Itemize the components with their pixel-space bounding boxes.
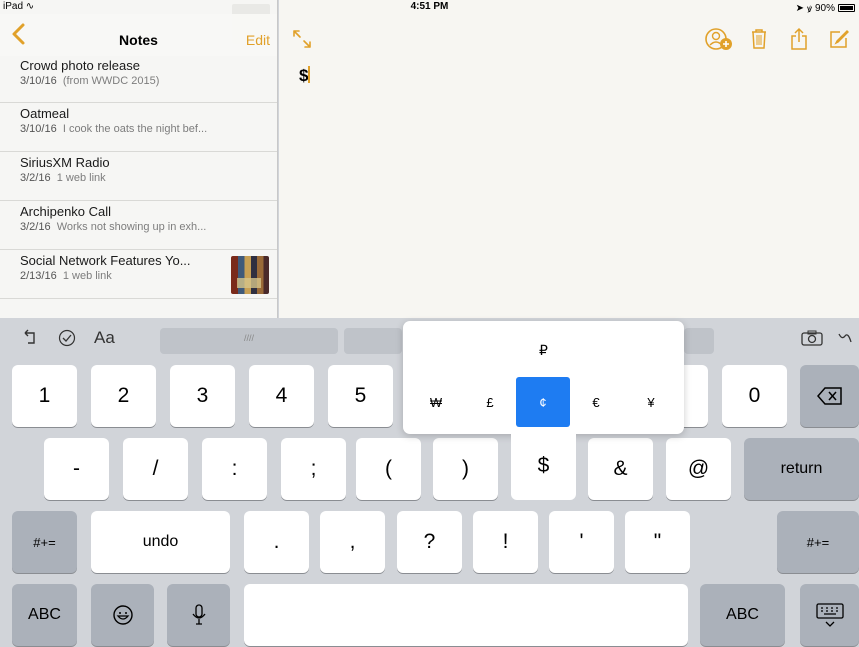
note-title: Crowd photo release (20, 58, 140, 73)
note-title: Archipenko Call (20, 204, 112, 219)
bluetooth-icon: ꝟ (806, 4, 812, 15)
key-colon[interactable]: : (202, 438, 267, 500)
undo-key[interactable]: undo (91, 511, 230, 573)
key-exclamation[interactable]: ! (473, 511, 538, 573)
shortcut-right (801, 330, 853, 346)
key-close-paren[interactable]: ) (433, 438, 498, 500)
sketch-icon[interactable] (837, 330, 853, 346)
alt-key-won[interactable]: ₩ (409, 377, 463, 427)
share-icon[interactable] (779, 24, 819, 54)
note-list-item[interactable]: Oatmeal 3/10/16 I cook the oats the nigh… (0, 103, 277, 152)
alt-key-yen[interactable]: ¥ (624, 377, 678, 427)
note-list-item[interactable]: Social Network Features Yo... 2/13/16 1 … (0, 250, 277, 299)
note-list-item[interactable]: SiriusXM Radio 3/2/16 1 web link (0, 152, 277, 201)
key-0[interactable]: 0 (722, 365, 787, 427)
key-3[interactable]: 3 (170, 365, 235, 427)
return-key[interactable]: return (744, 438, 859, 500)
note-list: Crowd photo release 3/10/16 (from WWDC 2… (0, 56, 277, 299)
note-list-item[interactable]: Archipenko Call 3/2/16 Works not showing… (0, 201, 277, 250)
compose-icon[interactable] (819, 24, 859, 54)
expand-icon[interactable] (291, 28, 313, 50)
space-bar[interactable] (244, 584, 688, 646)
note-list-item[interactable]: Crowd photo release 3/10/16 (from WWDC 2… (0, 56, 277, 103)
backspace-icon (816, 387, 842, 405)
key-4[interactable]: 4 (249, 365, 314, 427)
status-right: ➤ ꝟ 90% (796, 1, 855, 15)
undo-icon[interactable] (22, 329, 40, 347)
sidebar-navbar: Notes Edit (0, 14, 277, 56)
battery-icon (838, 4, 855, 12)
note-title: Oatmeal (20, 106, 70, 121)
dismiss-keyboard-key[interactable] (800, 584, 859, 646)
status-bar: iPad ∿ 4:51 PM ➤ ꝟ 90% (0, 0, 859, 15)
symbols-key-left[interactable]: #+= (12, 511, 77, 573)
trash-icon[interactable] (739, 24, 779, 54)
abc-key-right[interactable]: ABC (700, 584, 785, 646)
microphone-icon (191, 604, 206, 625)
key-1[interactable]: 1 (12, 365, 77, 427)
note-meta: 3/10/16 I cook the oats the night bef... (20, 123, 208, 135)
add-person-icon[interactable] (699, 24, 739, 54)
key-ampersand[interactable]: & (588, 438, 653, 500)
emoji-key[interactable] (91, 584, 154, 646)
key-question[interactable]: ? (397, 511, 462, 573)
key-5[interactable]: 5 (328, 365, 393, 427)
note-meta: 3/2/16 Works not showing up in exh... (20, 221, 207, 233)
key-at[interactable]: @ (666, 438, 731, 500)
alt-key-ruble[interactable]: ₽ (403, 342, 684, 359)
suggestion-3[interactable] (684, 328, 714, 354)
key-open-paren[interactable]: ( (356, 438, 421, 500)
suggestion-1[interactable]: //// (160, 328, 338, 354)
note-content[interactable]: $ (299, 66, 311, 86)
key-period[interactable]: . (244, 511, 309, 573)
key-2[interactable]: 2 (91, 365, 156, 427)
checklist-icon[interactable] (58, 329, 76, 347)
keyboard-hide-icon (815, 603, 844, 627)
format-button[interactable]: Aa (94, 328, 115, 348)
camera-icon[interactable] (801, 330, 823, 346)
editor-toolbar (699, 24, 859, 54)
alt-key-cent-selected[interactable]: ¢ (516, 377, 570, 427)
notes-sidebar: Notes Edit Crowd photo release 3/10/16 (… (0, 0, 278, 318)
dictation-key[interactable] (167, 584, 230, 646)
note-meta: 3/10/16 (from WWDC 2015) (20, 75, 160, 87)
location-icon: ➤ (795, 2, 804, 14)
text-caret (308, 66, 311, 83)
key-slash[interactable]: / (123, 438, 188, 500)
key-semicolon[interactable]: ; (281, 438, 346, 500)
suggestion-2[interactable] (344, 328, 402, 354)
key-hyphen[interactable]: - (44, 438, 109, 500)
currency-alternates-popup: ₽ ₩ £ ¢ € ¥ (403, 321, 684, 434)
alt-key-pound[interactable]: £ (463, 377, 517, 427)
alt-key-euro[interactable]: € (569, 377, 623, 427)
pill-grip: //// (243, 333, 254, 343)
abc-key-left[interactable]: ABC (12, 584, 77, 646)
shortcut-left: Aa (22, 328, 115, 348)
note-meta: 3/2/16 1 web link (20, 172, 106, 184)
note-editor[interactable]: $ (279, 0, 859, 318)
key-comma[interactable]: , (320, 511, 385, 573)
status-time: 4:51 PM (410, 1, 449, 12)
key-dollar-held[interactable]: $ (511, 432, 576, 500)
battery-percent: 90% (814, 2, 835, 14)
key-quote[interactable]: " (625, 511, 690, 573)
note-thumbnail (231, 256, 269, 294)
delete-key[interactable] (800, 365, 859, 427)
emoji-icon (112, 605, 133, 625)
key-apostrophe[interactable]: ' (549, 511, 614, 573)
note-title: SiriusXM Radio (20, 155, 110, 170)
symbols-key-right[interactable]: #+= (777, 511, 859, 573)
edit-button[interactable]: Edit (246, 32, 270, 48)
sidebar-title: Notes (119, 32, 158, 48)
